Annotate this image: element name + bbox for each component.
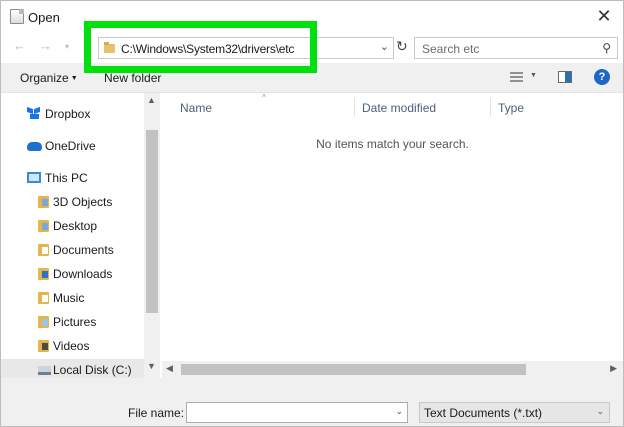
- dialog-title: Open: [28, 10, 60, 25]
- search-placeholder: Search etc: [422, 42, 480, 56]
- sidebar-item-label: Videos: [53, 339, 90, 353]
- sidebar-item-pictures[interactable]: Pictures: [1, 311, 144, 333]
- sidebar-item-onedrive[interactable]: OneDrive: [1, 135, 144, 157]
- address-path[interactable]: C:\Windows\System32\drivers\etc: [121, 42, 294, 56]
- file-name-input[interactable]: ⌄: [186, 402, 408, 423]
- folder-music-icon: [38, 292, 49, 304]
- sidebar-item-label: Pictures: [53, 315, 97, 329]
- sidebar-item-label: Music: [53, 291, 85, 305]
- view-dropdown-icon[interactable]: ▼: [530, 72, 537, 79]
- column-divider[interactable]: [490, 98, 491, 117]
- file-list-horizontal-scrollbar[interactable]: ◀ ▶: [162, 361, 623, 378]
- folder-downloads-icon: [38, 268, 49, 280]
- file-type-value: Text Documents (*.txt): [424, 406, 543, 420]
- onedrive-icon: [27, 142, 42, 151]
- caret-down-icon: ▼: [70, 75, 78, 82]
- scroll-down-icon[interactable]: ▼: [147, 361, 156, 371]
- column-header-type[interactable]: Type: [498, 101, 524, 115]
- sidebar-item-documents[interactable]: Documents: [1, 239, 144, 261]
- chevron-down-icon[interactable]: ⌄: [380, 40, 389, 53]
- folder-3d-objects-icon: [38, 196, 49, 208]
- file-type-select[interactable]: Text Documents (*.txt) ⌄: [419, 402, 610, 423]
- sidebar-item-3d-objects[interactable]: 3D Objects: [1, 191, 144, 213]
- address-bar[interactable]: C:\Windows\System32\drivers\etc ⌄: [98, 37, 394, 59]
- navigation-pane-scrollbar[interactable]: ▲ ▼: [144, 93, 160, 378]
- open-file-dialog: Open ✕ ← → ▾ C:\Windows\System32\drivers…: [0, 0, 624, 427]
- sidebar-item-label: OneDrive: [45, 139, 96, 153]
- preview-pane-icon[interactable]: [558, 71, 572, 83]
- dialog-footer: File name: ⌄ Text Documents (*.txt) ⌄: [1, 378, 623, 426]
- scroll-up-icon[interactable]: ▲: [147, 95, 156, 105]
- chevron-down-icon[interactable]: ⌄: [395, 406, 403, 417]
- recent-locations-chevron-icon[interactable]: ▾: [65, 42, 69, 51]
- folder-documents-icon: [38, 244, 49, 256]
- column-header-date-modified[interactable]: Date modified: [362, 101, 436, 115]
- address-row: ← → ▾ C:\Windows\System32\drivers\etc ⌄ …: [1, 33, 623, 63]
- scroll-left-icon[interactable]: ◀: [166, 363, 173, 374]
- file-list: ^ Name Date modified Type No items match…: [162, 93, 623, 361]
- search-icon[interactable]: ⚲: [602, 41, 611, 55]
- sidebar-item-dropbox[interactable]: Dropbox: [1, 103, 144, 125]
- back-arrow-icon[interactable]: ←: [13, 38, 26, 53]
- sort-ascending-icon: ^: [262, 93, 266, 102]
- command-bar: Organize ▼ New folder ▼ ?: [1, 63, 623, 93]
- folder-icon: [104, 42, 115, 53]
- search-input[interactable]: Search etc ⚲: [414, 37, 618, 59]
- title-bar: Open ✕: [1, 1, 623, 33]
- help-icon[interactable]: ?: [594, 69, 610, 85]
- sidebar-item-downloads[interactable]: Downloads: [1, 263, 144, 285]
- file-name-label: File name:: [128, 406, 185, 420]
- scrollbar-thumb[interactable]: [181, 364, 526, 375]
- sidebar-item-label: This PC: [45, 171, 88, 185]
- folder-desktop-icon: [38, 220, 49, 232]
- sidebar-item-label: Documents: [53, 243, 114, 257]
- forward-arrow-icon[interactable]: →: [39, 38, 52, 53]
- close-icon[interactable]: ✕: [593, 5, 615, 27]
- dialog-app-icon: [10, 9, 24, 24]
- folder-pictures-icon: [38, 316, 49, 328]
- sidebar-item-label: 3D Objects: [53, 195, 113, 209]
- sidebar-item-label: Downloads: [53, 267, 113, 281]
- local-disk-icon: [38, 366, 51, 375]
- sidebar-item-desktop[interactable]: Desktop: [1, 215, 144, 237]
- sidebar-item-label: Local Disk (C:): [53, 363, 132, 377]
- organize-button[interactable]: Organize ▼: [20, 71, 78, 85]
- scroll-right-icon[interactable]: ▶: [610, 363, 617, 374]
- sidebar-item-label: Desktop: [53, 219, 98, 233]
- refresh-icon[interactable]: ↻: [396, 38, 408, 55]
- view-options-icon[interactable]: [510, 72, 523, 82]
- folder-videos-icon: [38, 340, 49, 352]
- scrollbar-thumb[interactable]: [146, 130, 158, 313]
- dropbox-icon: [27, 108, 42, 120]
- this-pc-icon: [27, 172, 41, 183]
- sidebar-item-videos[interactable]: Videos: [1, 335, 144, 357]
- chevron-down-icon[interactable]: ⌄: [596, 406, 604, 417]
- organize-label: Organize: [20, 71, 69, 85]
- empty-state-message: No items match your search.: [316, 137, 469, 151]
- sidebar-item-music[interactable]: Music: [1, 287, 144, 309]
- sidebar-item-this-pc[interactable]: This PC: [1, 167, 144, 189]
- sidebar-item-label: Dropbox: [45, 107, 91, 121]
- column-header-name[interactable]: Name: [180, 101, 212, 115]
- column-divider[interactable]: [354, 98, 355, 117]
- new-folder-button[interactable]: New folder: [104, 71, 161, 85]
- navigation-pane: Dropbox OneDrive This PC 3D Objects Desk…: [1, 93, 162, 381]
